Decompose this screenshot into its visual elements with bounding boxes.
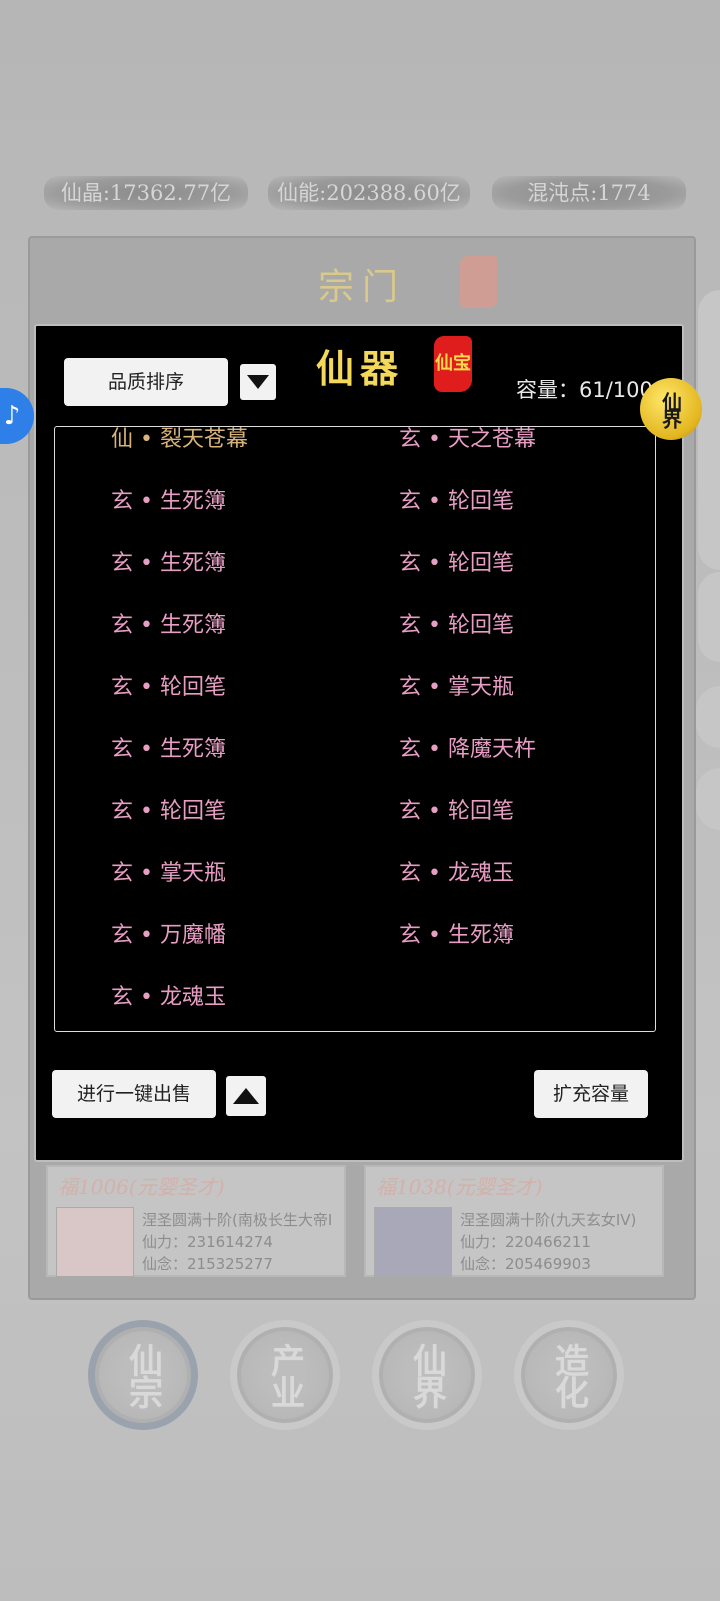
artifact-item[interactable]: 玄 • 万魔幡 <box>111 917 226 949</box>
disciple-name: 福1038(元婴圣才) <box>376 1175 543 1199</box>
artifact-item[interactable]: 玄 • 生死簿 <box>111 545 226 577</box>
immortal-power-counter: 仙能:202388.60亿 <box>268 176 470 210</box>
nav-creation-button[interactable]: 造化 <box>514 1320 624 1430</box>
artifact-modal: 品质排序 仙器 仙宝 容量：61/100 仙 • 裂天苍幕玄 • 天之苍幕玄 •… <box>34 324 684 1162</box>
treasure-seal-icon: 仙宝 <box>434 336 472 392</box>
artifact-item[interactable]: 玄 • 轮回笔 <box>399 483 514 515</box>
disciple-portrait <box>56 1207 134 1277</box>
artifact-item[interactable]: 玄 • 生死簿 <box>111 731 226 763</box>
disciple-portrait <box>374 1207 452 1277</box>
modal-title: 仙器 <box>316 346 405 391</box>
artifact-item[interactable]: 玄 • 生死簿 <box>111 607 226 639</box>
disciple-mind: 仙念：205469903 <box>460 1255 591 1273</box>
artifact-item[interactable]: 玄 • 掌天瓶 <box>111 855 226 887</box>
nav-industry-button[interactable]: 产业 <box>230 1320 340 1430</box>
artifact-item[interactable]: 玄 • 轮回笔 <box>399 793 514 825</box>
artifact-item[interactable]: 玄 • 生死簿 <box>111 483 226 515</box>
artifact-item[interactable]: 玄 • 轮回笔 <box>111 793 226 825</box>
sort-dropdown-icon[interactable] <box>240 364 276 400</box>
quality-sort-button[interactable]: 品质排序 <box>64 358 228 406</box>
nav-sect-button[interactable]: 仙宗 <box>88 1320 198 1430</box>
disciple-card[interactable]: 福1038(元婴圣才) 涅圣圆满十阶(九天玄女IV) 仙力：220466211 … <box>364 1165 664 1277</box>
artifact-item[interactable]: 玄 • 轮回笔 <box>399 607 514 639</box>
expand-capacity-button[interactable]: 扩充容量 <box>534 1070 648 1118</box>
disciple-mind: 仙念：215325277 <box>142 1255 273 1273</box>
artifact-list[interactable]: 仙 • 裂天苍幕玄 • 天之苍幕玄 • 生死簿玄 • 轮回笔玄 • 生死簿玄 •… <box>54 426 656 1032</box>
artifact-item[interactable]: 玄 • 生死簿 <box>399 917 514 949</box>
disciple-power: 仙力：231614274 <box>142 1233 273 1251</box>
artifact-item[interactable]: 玄 • 龙魂玉 <box>399 855 514 887</box>
artifact-item[interactable]: 仙 • 裂天苍幕 <box>111 427 248 453</box>
sect-seal-icon <box>460 256 498 308</box>
artifact-item[interactable]: 玄 • 掌天瓶 <box>399 669 514 701</box>
side-tab[interactable] <box>698 572 720 662</box>
artifact-item[interactable]: 玄 • 轮回笔 <box>399 545 514 577</box>
artifact-item[interactable]: 玄 • 天之苍幕 <box>399 427 536 453</box>
disciple-card[interactable]: 福1006(元婴圣才) 涅圣圆满十阶(南极长生大帝I 仙力：231614274 … <box>46 1165 346 1277</box>
artifact-item[interactable]: 玄 • 降魔天杵 <box>399 731 536 763</box>
nav-immortal-realm-button[interactable]: 仙界 <box>372 1320 482 1430</box>
disciple-rank: 涅圣圆满十阶(九天玄女IV) <box>460 1211 637 1229</box>
artifact-item[interactable]: 玄 • 轮回笔 <box>111 669 226 701</box>
side-tab[interactable] <box>698 290 720 570</box>
collapse-up-icon[interactable] <box>226 1076 266 1116</box>
spirit-crystal-counter: 仙晶:17362.77亿 <box>44 176 248 210</box>
side-tab[interactable] <box>696 768 720 830</box>
sect-title: 宗门 <box>317 267 406 308</box>
disciple-power: 仙力：220466211 <box>460 1233 591 1251</box>
disciple-name: 福1006(元婴圣才) <box>58 1175 225 1199</box>
chaos-points-counter: 混沌点:1774 <box>492 176 686 210</box>
artifact-item[interactable]: 玄 • 龙魂玉 <box>111 979 226 1011</box>
side-tab[interactable] <box>696 686 720 748</box>
disciple-rank: 涅圣圆满十阶(南极长生大帝I <box>142 1211 333 1229</box>
immortal-realm-badge[interactable]: 仙界 <box>640 378 702 440</box>
one-click-sell-button[interactable]: 进行一键出售 <box>52 1070 216 1118</box>
